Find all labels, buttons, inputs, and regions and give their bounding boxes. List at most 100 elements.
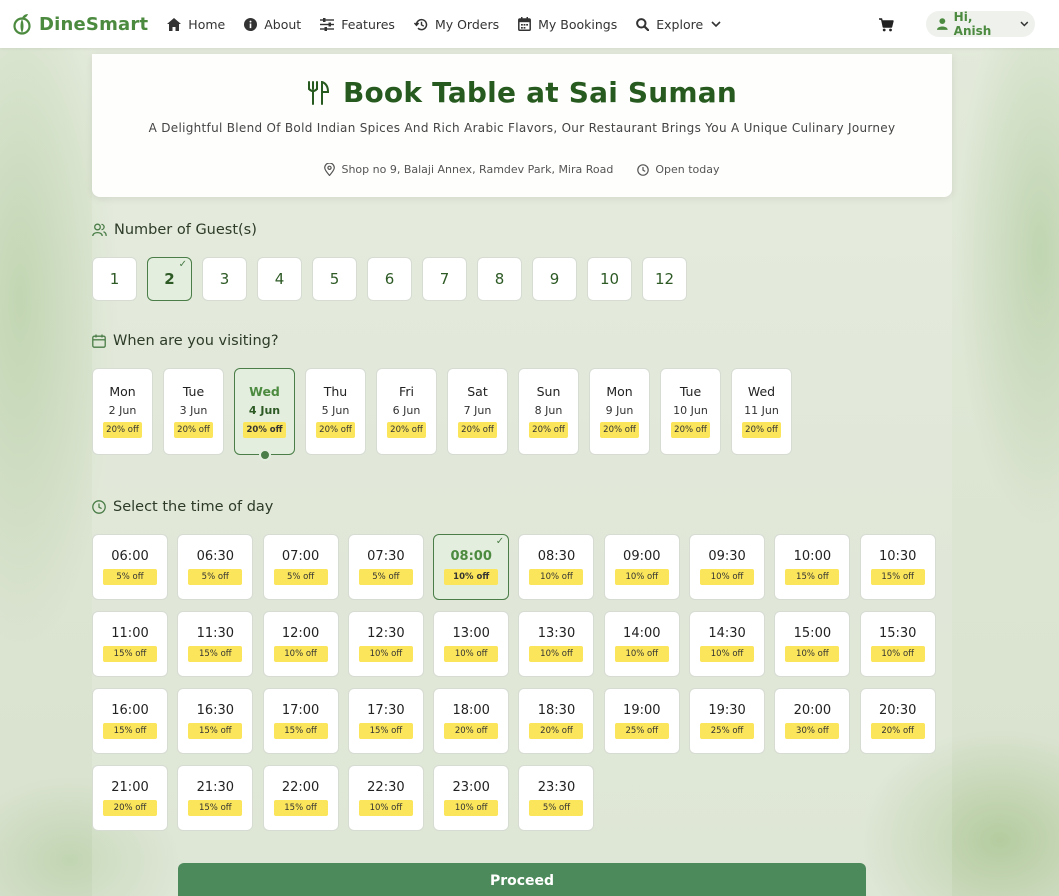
time-slot[interactable]: 17:00 15% off	[262, 688, 339, 754]
date-day: Sat	[467, 384, 488, 399]
slot-time: 14:00	[623, 626, 661, 641]
nav-my-bookings[interactable]: My Bookings	[518, 17, 617, 32]
time-slot[interactable]: 12:00 10% off	[262, 611, 339, 677]
user-menu[interactable]: Hi, Anish	[926, 10, 1035, 38]
slot-time: 22:00	[281, 780, 320, 795]
address: Shop no 9, Balaji Annex, Ramdev Park, Mi…	[324, 163, 613, 176]
cart-button[interactable]	[879, 17, 894, 36]
slot-time: 11:00	[111, 626, 149, 641]
guest-option[interactable]: 2 ✓	[147, 257, 192, 301]
time-slot[interactable]: 23:00 10% off	[433, 765, 510, 831]
time-slot[interactable]: 18:00 20% off	[433, 688, 510, 754]
time-slot[interactable]: 09:30 10% off	[689, 534, 766, 600]
slot-time: 21:30	[196, 780, 235, 795]
time-slot[interactable]: 10:30 15% off	[859, 534, 936, 600]
date-selector: Mon 2 Jun 20% off Tue 3 Jun 20% off Wed 4 Jun 20…	[92, 368, 802, 461]
date-option[interactable]: Thu 5 Jun 20% off	[305, 368, 366, 455]
date-option[interactable]: Sun 8 Jun 20% off	[518, 368, 579, 455]
time-slot[interactable]: 14:00 10% off	[603, 611, 680, 677]
date-day: Mon	[109, 384, 136, 399]
slot-time: 08:00	[450, 549, 492, 564]
time-slot[interactable]: 11:00 15% off	[92, 611, 168, 677]
time-slot[interactable]: 07:30 5% off	[347, 534, 424, 600]
time-slot[interactable]: 14:30 10% off	[689, 611, 766, 677]
time-slot[interactable]: 20:30 20% off	[859, 688, 936, 754]
discount-badge: 5% off	[358, 569, 413, 585]
discount-badge: 20% off	[444, 723, 499, 739]
brand[interactable]: DineSmart	[12, 13, 148, 35]
time-slot[interactable]: 08:30 10% off	[518, 534, 595, 600]
guest-option[interactable]: 1	[92, 257, 137, 301]
time-slot[interactable]: 06:30 5% off	[177, 534, 254, 600]
slot-time: 20:30	[878, 703, 917, 718]
time-slot[interactable]: 17:30 15% off	[347, 688, 424, 754]
nav-home-label: Home	[188, 16, 226, 32]
page-title: Book Table at Sai Suman	[342, 76, 738, 109]
time-slot[interactable]: 21:30 15% off	[177, 765, 254, 831]
nav-features[interactable]: Features	[320, 17, 395, 32]
sliders-icon	[320, 17, 335, 31]
guest-option[interactable]: 5	[312, 257, 357, 301]
time-slot[interactable]: 15:00 10% off	[774, 611, 851, 677]
discount-badge: 10% off	[870, 646, 925, 662]
navbar: DineSmart Home About Features My Orders …	[0, 0, 1059, 48]
guest-option[interactable]: 8	[477, 257, 522, 301]
date-option[interactable]: Tue 3 Jun 20% off	[163, 368, 224, 455]
date-option[interactable]: Mon 9 Jun 20% off	[589, 368, 650, 455]
discount-badge: 15% off	[273, 723, 328, 739]
time-slot[interactable]: 22:30 10% off	[347, 765, 424, 831]
time-slot[interactable]: 08:00 10% off ✓	[433, 534, 510, 600]
discount-badge: 25% off	[700, 723, 755, 739]
nav-my-orders[interactable]: My Orders	[413, 17, 499, 32]
time-slot[interactable]: 16:30 15% off	[177, 688, 254, 754]
time-slot[interactable]: 16:00 15% off	[92, 688, 168, 754]
proceed-button[interactable]: Proceed	[178, 863, 866, 896]
time-slot[interactable]: 21:00 20% off	[92, 765, 168, 831]
address-text: Shop no 9, Balaji Annex, Ramdev Park, Mi…	[341, 163, 614, 176]
slot-time: 14:30	[708, 626, 746, 641]
time-slot[interactable]: 18:30 20% off	[518, 688, 595, 754]
guest-option[interactable]: 3	[202, 257, 247, 301]
time-slot[interactable]: 12:30 10% off	[347, 611, 424, 677]
date-option[interactable]: Fri 6 Jun 20% off	[376, 368, 437, 455]
check-icon: ✓	[495, 536, 505, 547]
time-slot[interactable]: 19:30 25% off	[689, 688, 766, 754]
time-slot[interactable]: 09:00 10% off	[603, 534, 680, 600]
nav-about[interactable]: About	[244, 17, 301, 32]
date-option[interactable]: Tue 10 Jun 20% off	[660, 368, 721, 455]
history-icon	[413, 18, 428, 30]
time-slot[interactable]: 23:30 5% off	[518, 765, 595, 831]
discount-badge: 10% off	[700, 569, 755, 585]
guest-option[interactable]: 10	[587, 257, 632, 301]
brand-name: DineSmart	[39, 13, 149, 35]
guest-option[interactable]: 12	[642, 257, 687, 301]
guest-option[interactable]: 6	[367, 257, 412, 301]
time-slot[interactable]: 07:00 5% off	[262, 534, 339, 600]
guest-option[interactable]: 9	[532, 257, 577, 301]
time-slot[interactable]: 19:00 25% off	[603, 688, 680, 754]
date-day: Fri	[399, 384, 414, 399]
time-slot[interactable]: 13:30 10% off	[518, 611, 595, 677]
selected-dot	[259, 449, 271, 461]
time-slot[interactable]: 06:00 5% off	[92, 534, 168, 600]
time-slot[interactable]: 20:00 30% off	[774, 688, 851, 754]
date-option[interactable]: Mon 2 Jun 20% off	[92, 368, 153, 455]
discount-badge: 5% off	[273, 569, 328, 585]
nav-explore[interactable]: Explore	[636, 17, 721, 32]
date-option[interactable]: Sat 7 Jun 20% off	[447, 368, 508, 455]
time-title: Select the time of day	[113, 499, 274, 515]
nav-home[interactable]: Home	[167, 17, 225, 32]
discount-badge: 15% off	[103, 646, 157, 662]
time-slot[interactable]: 13:00 10% off	[433, 611, 510, 677]
guest-option[interactable]: 7	[422, 257, 467, 301]
time-slot[interactable]: 10:00 15% off	[774, 534, 851, 600]
time-slot[interactable]: 22:00 15% off	[262, 765, 339, 831]
time-slot[interactable]: 11:30 15% off	[177, 611, 254, 677]
date-option[interactable]: Wed 11 Jun 20% off	[731, 368, 792, 455]
guest-count: 8	[494, 270, 505, 288]
date-option[interactable]: Wed 4 Jun 20% off	[234, 368, 295, 461]
discount-badge: 20% off	[870, 723, 925, 739]
discount-badge: 20% off	[243, 422, 286, 438]
time-slot[interactable]: 15:30 10% off	[859, 611, 936, 677]
guest-option[interactable]: 4	[257, 257, 302, 301]
